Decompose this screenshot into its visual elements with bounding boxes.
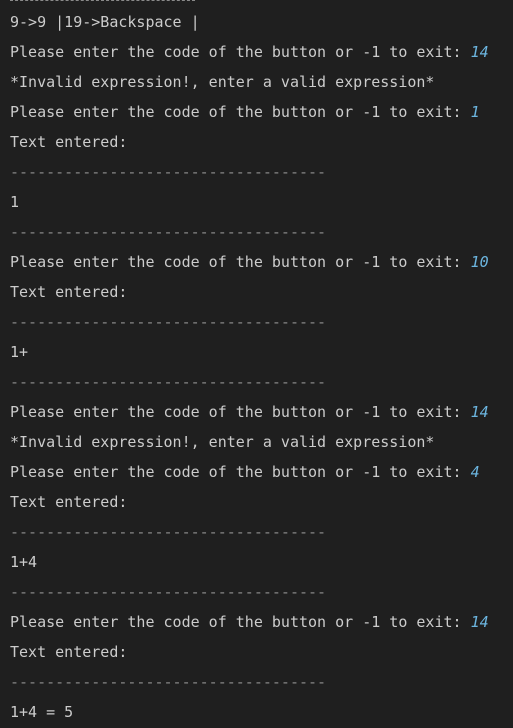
output-line: 1 — [10, 193, 20, 211]
prompt-text: Please enter the code of the button or -… — [10, 43, 471, 61]
separator-line: ----------------------------------- — [10, 223, 327, 241]
prompt-line: Please enter the code of the button or -… — [10, 37, 489, 67]
terminal-output[interactable]: 9->9 |19->Backspace | Please enter the co… — [0, 0, 513, 728]
output-line: 1+4 = 5 — [10, 703, 74, 721]
user-input-value: 14 — [470, 43, 489, 61]
user-input-value: 1 — [470, 103, 480, 121]
separator-line: ----------------------------------- — [10, 163, 327, 181]
prompt-text: Please enter the code of the button or -… — [10, 463, 471, 481]
separator-line: ----------------------------------- — [10, 523, 327, 541]
separator-line: ----------------------------------- — [10, 673, 327, 691]
output-line: Text entered: — [10, 133, 128, 151]
user-input-value: 14 — [470, 613, 489, 631]
prompt-text: Please enter the code of the button or -… — [10, 613, 471, 631]
output-line: Text entered: — [10, 643, 128, 661]
separator-line: ----------------------------------- — [10, 313, 327, 331]
output-line: 1+4 — [10, 553, 38, 571]
user-input-value: 14 — [470, 403, 489, 421]
output-line: *Invalid expression!, enter a valid expr… — [10, 73, 435, 91]
prompt-line: Please enter the code of the button or -… — [10, 397, 489, 427]
prompt-text: Please enter the code of the button or -… — [10, 253, 471, 271]
output-line: 1+ — [10, 343, 29, 361]
prompt-text: Please enter the code of the button or -… — [10, 403, 471, 421]
separator-line: ----------------------------------- — [10, 583, 327, 601]
prompt-line: Please enter the code of the button or -… — [10, 97, 480, 127]
prompt-line: Please enter the code of the button or -… — [10, 607, 489, 637]
prompt-line: Please enter the code of the button or -… — [10, 457, 480, 487]
user-input-value: 10 — [470, 253, 489, 271]
prompt-line: Please enter the code of the button or -… — [10, 247, 489, 277]
top-separator-fragment — [10, 0, 195, 2]
output-line: Text entered: — [10, 493, 128, 511]
output-line: 9->9 |19->Backspace | — [10, 13, 200, 31]
separator-line: ----------------------------------- — [10, 373, 327, 391]
user-input-value: 4 — [470, 463, 480, 481]
output-line: *Invalid expression!, enter a valid expr… — [10, 433, 435, 451]
prompt-text: Please enter the code of the button or -… — [10, 103, 471, 121]
output-line: Text entered: — [10, 283, 128, 301]
